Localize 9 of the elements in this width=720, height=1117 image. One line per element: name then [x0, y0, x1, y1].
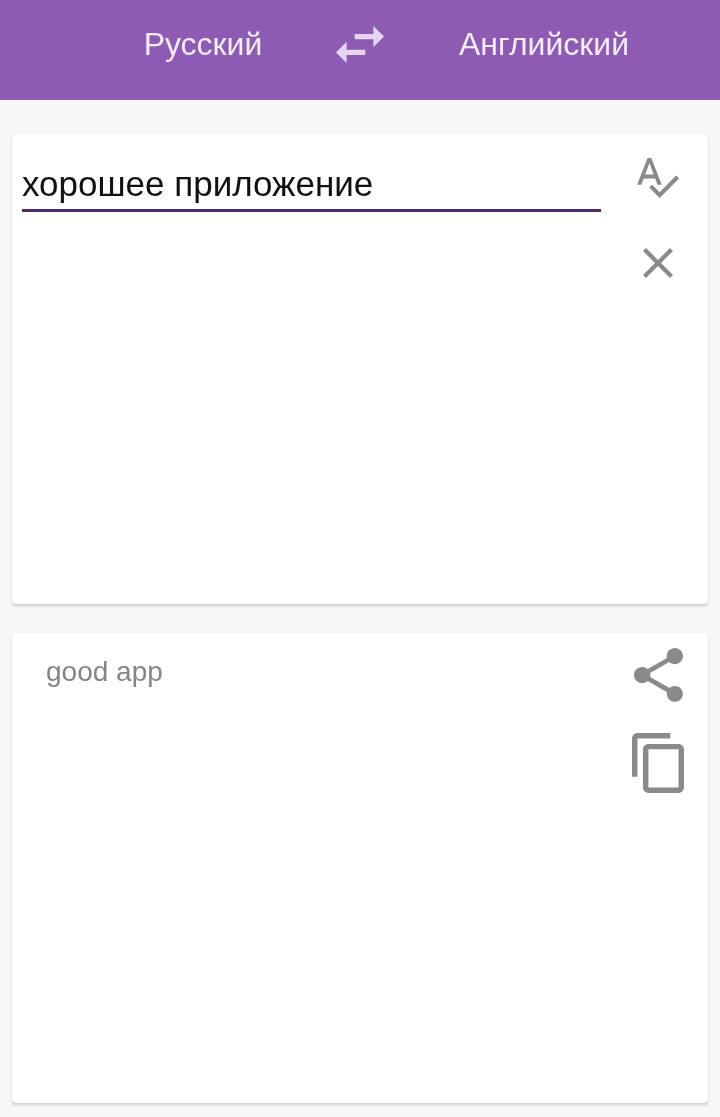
spell-check-icon[interactable]	[637, 158, 679, 198]
target-language-selector[interactable]: Английский	[458, 25, 630, 63]
share-icon[interactable]	[633, 648, 683, 702]
close-icon[interactable]	[643, 248, 673, 278]
translation-text: good app	[45, 655, 163, 688]
copy-icon[interactable]	[632, 733, 684, 793]
input-field[interactable]: хорошее приложение	[22, 158, 601, 212]
source-language-selector[interactable]: Русский	[143, 25, 263, 63]
swap-icon[interactable]	[336, 25, 384, 63]
